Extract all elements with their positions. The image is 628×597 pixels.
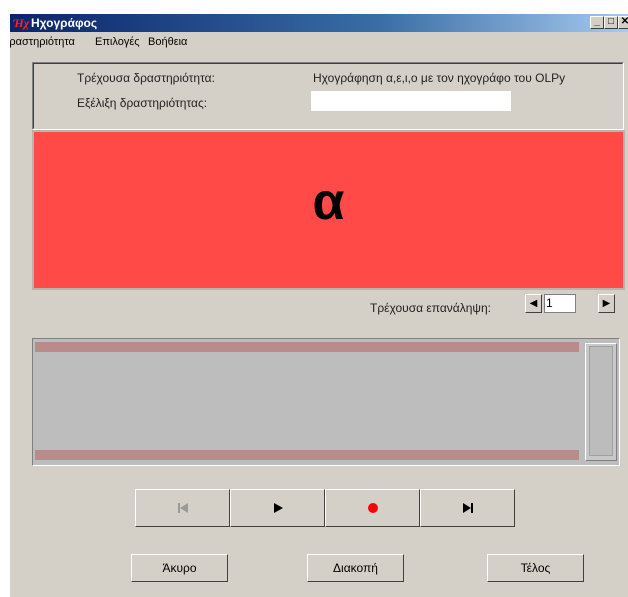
app-icon: Ήχ [13,16,30,30]
minimize-button[interactable]: _ [590,16,604,29]
repetition-field[interactable]: 1 [544,294,576,313]
cancel-button[interactable]: Άκυρο [131,554,228,582]
skip-forward-icon [421,501,514,517]
record-button[interactable] [325,489,420,527]
skip-back-icon [136,501,229,517]
last-button[interactable] [420,489,515,527]
stimulus-letter: α [312,173,345,231]
play-icon [231,501,324,517]
repetition-next-button[interactable]: ▶ [598,294,615,313]
title-bar[interactable]: Ήχ Ηχογράφος _ □ ✕ [10,14,628,32]
waveform-bottom-strip [35,450,579,460]
repetition-prev-button[interactable]: ◀ [525,294,542,313]
menu-activity[interactable]: Δραστηριότητα [10,36,75,49]
progress-label: Εξέλιξη δραστηριότητας: [77,96,208,110]
repetition-label: Τρέχουσα επανάληψη: [370,301,491,315]
first-button[interactable] [135,489,230,527]
current-activity-value: Ηχογράφηση α,ε,ι,ο με τον ηχογράφο του O… [313,71,566,85]
waveform-scrollbar[interactable] [585,343,617,461]
play-button[interactable] [230,489,325,527]
scrollbar-thumb[interactable] [589,346,613,456]
close-button[interactable]: ✕ [618,16,628,29]
menu-options[interactable]: Επιλογές [95,36,140,49]
main-window: Ήχ Ηχογράφος _ □ ✕ Δραστηριότητα Επιλογέ… [10,14,628,597]
progress-field [311,91,511,111]
transport-controls [135,489,515,527]
menu-help[interactable]: Βοήθεια [148,36,187,49]
waveform-panel[interactable] [32,338,620,466]
maximize-button[interactable]: □ [604,16,618,29]
record-icon [326,501,419,517]
waveform-top-strip [35,342,579,352]
current-activity-label: Τρέχουσα δραστηριότητα: [77,71,215,85]
window-title: Ηχογράφος [31,16,98,30]
menu-bar: Δραστηριότητα Επιλογές Βοήθεια [10,34,628,50]
activity-info-panel: Τρέχουσα δραστηριότητα: Ηχογράφηση α,ε,ι… [32,62,624,130]
stop-button[interactable]: Διακοπή [307,554,404,582]
stimulus-panel: α [32,130,625,290]
finish-button[interactable]: Τέλος [487,554,584,582]
